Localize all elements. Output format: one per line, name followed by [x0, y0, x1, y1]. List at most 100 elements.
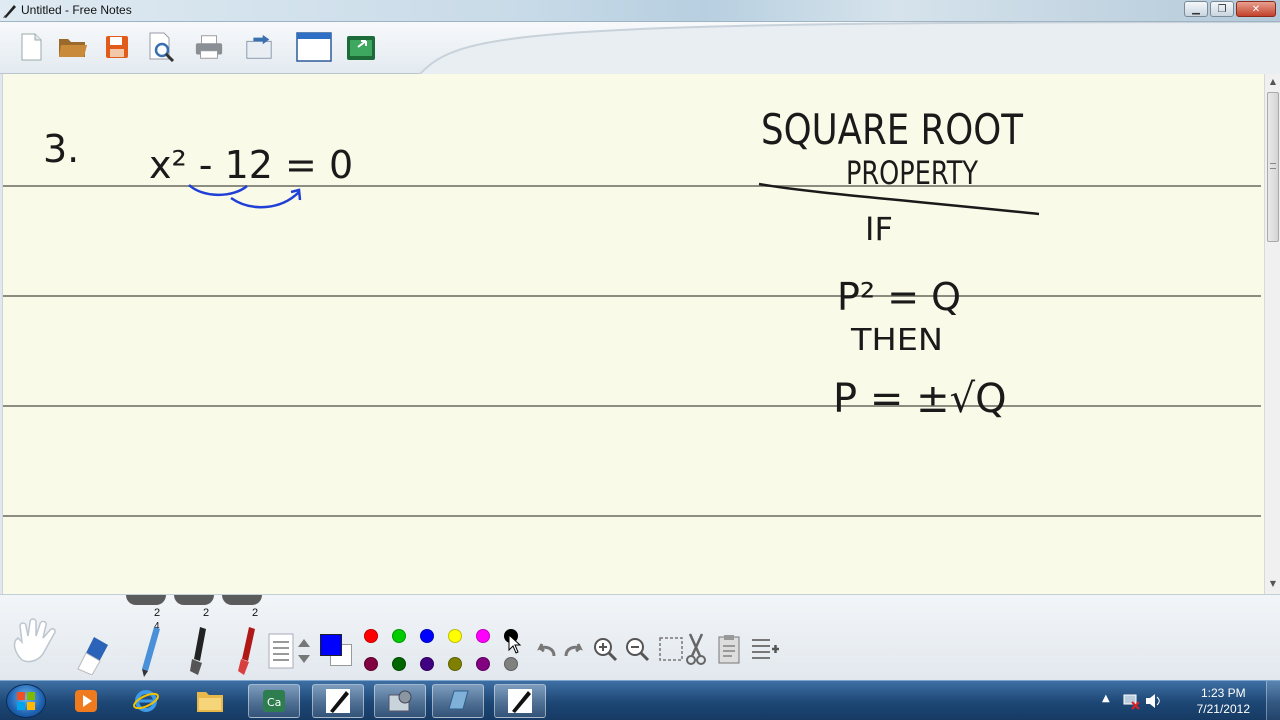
selection-rectangle-icon	[659, 637, 683, 661]
paste-button[interactable]	[716, 634, 742, 664]
marker-width-label: 2	[203, 607, 210, 619]
color-swatch-dark-green[interactable]	[392, 657, 406, 671]
color-swatch-purple[interactable]	[476, 657, 490, 671]
color-swatch-red[interactable]	[364, 629, 378, 643]
internet-explorer-icon	[133, 690, 159, 712]
close-button[interactable]: ✕	[1236, 1, 1276, 17]
show-desktop-button[interactable]	[1266, 681, 1280, 720]
pencil-width-label: 2	[154, 607, 161, 619]
save-button[interactable]	[102, 32, 132, 62]
color-swatch-magenta[interactable]	[476, 629, 490, 643]
pencil-tool[interactable]	[136, 625, 164, 677]
red-pen-icon	[238, 627, 255, 675]
scroll-thumb[interactable]	[1267, 92, 1279, 242]
taskbar-free-notes[interactable]	[312, 684, 364, 718]
media-player-icon	[75, 690, 97, 712]
taskbar-utility[interactable]	[374, 684, 426, 718]
color-swatch-green[interactable]	[392, 629, 406, 643]
mouse-cursor-icon	[508, 634, 522, 654]
hand-tool[interactable]	[8, 615, 64, 665]
scroll-up-arrow-icon[interactable]: ▲	[1267, 76, 1279, 88]
color-swatch-gray[interactable]	[504, 657, 518, 671]
scroll-down-arrow-icon[interactable]: ▼	[1267, 578, 1279, 590]
line-style-tool[interactable]	[268, 633, 294, 669]
then-label: THEN	[850, 323, 943, 358]
taskbar-file-explorer[interactable]	[184, 684, 236, 718]
printer-icon	[195, 35, 223, 59]
clipboard-icon	[718, 635, 740, 664]
taskbar-internet-explorer[interactable]	[120, 684, 172, 718]
zoom-in-icon	[594, 638, 618, 662]
pen-width-label: 2	[252, 607, 259, 619]
title-bar: Untitled - Free Notes ▁ ❐ ✕	[0, 0, 1280, 22]
export-icon	[246, 34, 272, 59]
magnifier-page-icon	[149, 32, 175, 62]
heading-property: PROPERTY	[846, 154, 978, 192]
heading-square-root: SQUARE ROOT	[761, 105, 1023, 154]
hand-icon	[13, 618, 56, 663]
grip-icon	[1270, 163, 1276, 169]
color-swatch-indigo[interactable]	[420, 657, 434, 671]
show-hidden-icons-icon[interactable]: ▲	[1102, 693, 1110, 704]
problem-number: 3.	[43, 127, 79, 171]
minimize-button[interactable]: ▁	[1184, 1, 1208, 17]
start-button[interactable]	[6, 684, 46, 718]
window-mode-button[interactable]	[296, 32, 332, 62]
screen-capture-button[interactable]	[346, 32, 376, 62]
redo-button[interactable]	[562, 638, 586, 662]
eraser-tool[interactable]	[72, 623, 112, 675]
pen-tool[interactable]	[232, 625, 260, 677]
undo-button[interactable]	[534, 638, 558, 662]
taskbar-notepad[interactable]	[432, 684, 484, 718]
color-swatch-maroon[interactable]	[364, 657, 378, 671]
zoom-out-button[interactable]	[624, 636, 650, 662]
color-swatch-blue[interactable]	[420, 629, 434, 643]
print-preview-button[interactable]	[146, 32, 176, 62]
taskbar-media-player[interactable]	[60, 684, 112, 718]
pen-width-tab[interactable]	[174, 595, 214, 605]
up-down-arrows-icon	[298, 639, 310, 663]
app-pen-icon	[3, 5, 16, 18]
blue-move-arrow	[230, 191, 300, 209]
marker-tool[interactable]	[184, 625, 212, 677]
export-button[interactable]	[244, 32, 274, 62]
maximize-button[interactable]: ❐	[1210, 1, 1234, 17]
open-button[interactable]	[58, 32, 88, 62]
select-button[interactable]	[658, 634, 686, 664]
floppy-disk-icon	[106, 36, 128, 58]
system-tray: ▲ 1:23 PM 7/21/2012	[1080, 681, 1280, 720]
taskbar-clock[interactable]: 1:23 PM 7/21/2012	[1197, 685, 1250, 717]
if-label: IF	[865, 210, 893, 248]
note-page[interactable]: 3. x² - 12 = 0 SQUARE ROOT PROPERTY IF P…	[2, 74, 1264, 594]
conclusion-text: P = ±√Q	[833, 376, 1007, 422]
toolbar-swoosh-decoration	[419, 22, 1280, 74]
network-icon[interactable]	[1122, 692, 1140, 710]
insert-space-button[interactable]	[750, 634, 780, 664]
scissors-icon	[686, 633, 706, 665]
taskbar-camtasia[interactable]: Ca	[248, 684, 300, 718]
new-page-icon	[21, 33, 42, 61]
volume-icon[interactable]	[1144, 692, 1162, 710]
vertical-scrollbar[interactable]: ▲ ▼	[1264, 74, 1280, 594]
camtasia-icon: Ca	[263, 690, 285, 712]
close-icon: ✕	[1251, 3, 1261, 15]
cut-button[interactable]	[684, 632, 708, 666]
new-document-button[interactable]	[16, 32, 46, 62]
color-swatch-yellow[interactable]	[448, 629, 462, 643]
pen-width-tab[interactable]	[222, 595, 262, 605]
folder-icon	[59, 39, 87, 57]
pen-width-tab[interactable]	[126, 595, 166, 605]
green-screen-icon	[347, 36, 375, 60]
width-stepper[interactable]	[296, 635, 312, 667]
taskbar-free-notes-2[interactable]	[494, 684, 546, 718]
pen-icon	[508, 689, 532, 713]
eraser-icon	[77, 637, 108, 675]
handwriting-layer: 3. x² - 12 = 0 SQUARE ROOT PROPERTY IF P…	[43, 105, 1040, 422]
windows-logo-icon	[17, 692, 35, 710]
equation-text: x² - 12 = 0	[149, 143, 353, 187]
print-button[interactable]	[194, 32, 224, 62]
color-swatch-olive[interactable]	[448, 657, 462, 671]
zoom-in-button[interactable]	[592, 636, 618, 662]
marker-icon	[190, 627, 206, 675]
clock-date: 7/21/2012	[1196, 702, 1250, 716]
